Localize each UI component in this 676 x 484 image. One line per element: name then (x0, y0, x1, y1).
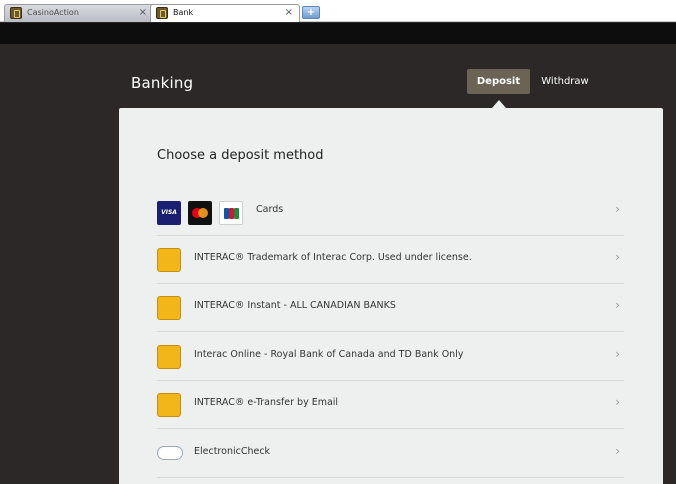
panel-title: Choose a deposit method (157, 148, 324, 163)
deposit-panel: Choose a deposit method VISA Cards › INT… (119, 108, 663, 484)
method-row-interac-etransfer[interactable]: INTERAC® e-Transfer by Email › (157, 381, 624, 429)
close-tab-icon[interactable]: × (285, 5, 293, 21)
method-row-cards[interactable]: VISA Cards › (157, 188, 624, 236)
method-row-interac-online[interactable]: Interac Online - Royal Bank of Canada an… (157, 333, 624, 381)
chevron-right-icon: › (615, 395, 620, 409)
method-label: Interac Online - Royal Bank of Canada an… (194, 349, 464, 360)
method-label: ElectronicCheck (194, 446, 271, 457)
tab-label: CasinoAction (27, 8, 79, 17)
new-tab-button[interactable]: + (302, 6, 320, 19)
method-row-interac[interactable]: INTERAC® Trademark of Interac Corp. Used… (157, 236, 624, 284)
chevron-right-icon: › (615, 202, 620, 216)
visa-icon: VISA (157, 201, 181, 225)
method-label: INTERAC® Instant - ALL CANADIAN BANKS (194, 300, 396, 311)
site-top-bar (0, 23, 676, 44)
tab-bank[interactable]: Bank × (150, 4, 300, 22)
bank-favicon-icon (156, 7, 168, 19)
browser-tab-strip: CasinoAction × Bank × + (0, 0, 676, 22)
chevron-right-icon: › (615, 347, 620, 361)
withdraw-button[interactable]: Withdraw (536, 69, 594, 94)
chevron-right-icon: › (615, 298, 620, 312)
method-label: INTERAC® e-Transfer by Email (194, 397, 339, 408)
interac-icon (157, 345, 181, 369)
method-label: INTERAC® Trademark of Interac Corp. Used… (194, 252, 472, 263)
tab-casinoaction[interactable]: CasinoAction × (4, 4, 154, 22)
method-row-electronic-check[interactable]: ElectronicCheck › (157, 430, 624, 478)
close-tab-icon[interactable]: × (139, 5, 147, 21)
casino-favicon-icon (10, 7, 22, 19)
tab-label: Bank (173, 8, 194, 17)
deposit-button[interactable]: Deposit (467, 69, 530, 94)
chevron-right-icon: › (615, 250, 620, 264)
method-label: Cards (256, 204, 284, 215)
interac-icon (157, 296, 181, 320)
method-row-interac-instant[interactable]: INTERAC® Instant - ALL CANADIAN BANKS › (157, 284, 624, 332)
echeck-icon (157, 446, 183, 460)
page-title: Banking (131, 74, 194, 92)
active-tab-caret (492, 100, 506, 108)
interac-icon (157, 393, 181, 417)
jcb-icon (219, 201, 243, 225)
chevron-right-icon: › (615, 444, 620, 458)
mastercard-icon (188, 201, 212, 225)
interac-icon (157, 248, 181, 272)
